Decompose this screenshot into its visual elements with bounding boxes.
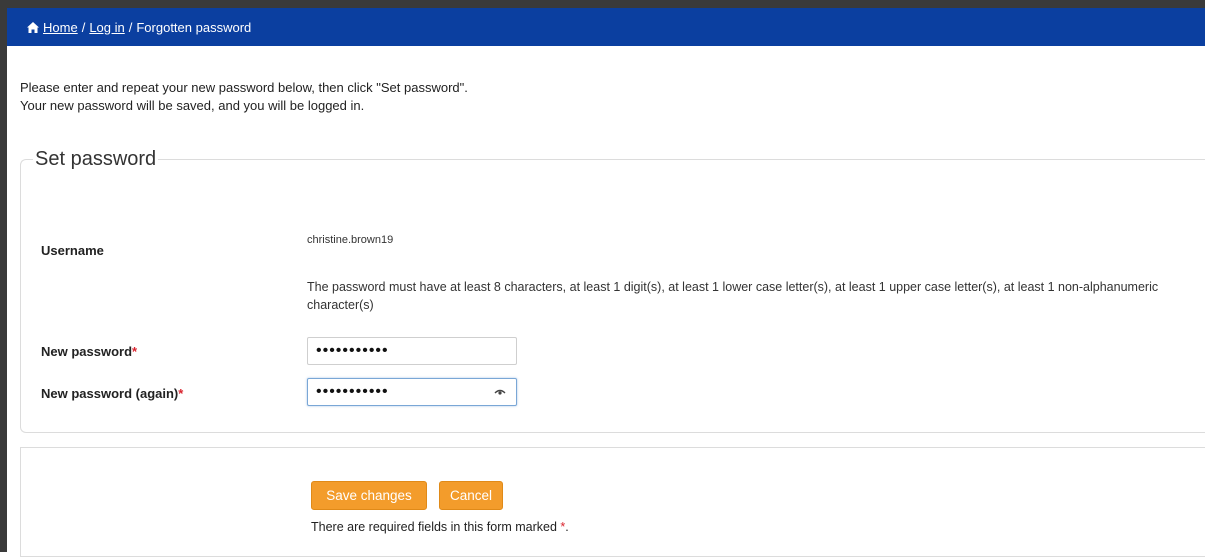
username-value: christine.brown19	[307, 234, 394, 246]
breadcrumb-separator: /	[128, 19, 133, 35]
breadcrumb-login-link[interactable]: Log in	[89, 20, 124, 35]
breadcrumb-current: Forgotten password	[136, 19, 252, 35]
new-password-label: New password*	[41, 344, 137, 359]
fieldset-legend: Set password	[33, 148, 159, 171]
home-icon	[27, 21, 39, 33]
new-password-label-text: New password	[41, 344, 133, 359]
reveal-password-icon[interactable]	[494, 388, 506, 396]
required-note-end: .	[565, 520, 569, 534]
save-changes-button[interactable]: Save changes	[311, 481, 427, 510]
intro-line-1: Please enter and repeat your new passwor…	[20, 80, 468, 95]
new-password-input[interactable]	[307, 337, 517, 365]
new-password-again-label: New password (again)*	[41, 386, 183, 401]
required-note-text: There are required fields in this form m…	[311, 520, 557, 534]
cancel-button[interactable]: Cancel	[439, 481, 503, 510]
breadcrumb: Home / Log in / Forgotten password	[7, 8, 1205, 46]
window-frame-left	[0, 0, 7, 552]
username-label: Username	[41, 243, 104, 258]
form-actions-panel	[20, 447, 1205, 557]
new-password-again-input[interactable]	[307, 378, 517, 406]
required-marker: *	[178, 386, 184, 401]
breadcrumb-separator: /	[81, 19, 86, 35]
password-rules-text: The password must have at least 8 charac…	[307, 280, 1159, 312]
new-password-again-label-text: New password (again)	[41, 386, 179, 401]
breadcrumb-home-link[interactable]: Home	[43, 20, 78, 35]
window-frame-top	[0, 0, 1205, 8]
intro-line-2: Your new password will be saved, and you…	[20, 98, 365, 113]
required-marker: *	[132, 344, 138, 359]
intro-text: Please enter and repeat your new passwor…	[20, 79, 468, 115]
required-fields-note: There are required fields in this form m…	[311, 520, 569, 534]
